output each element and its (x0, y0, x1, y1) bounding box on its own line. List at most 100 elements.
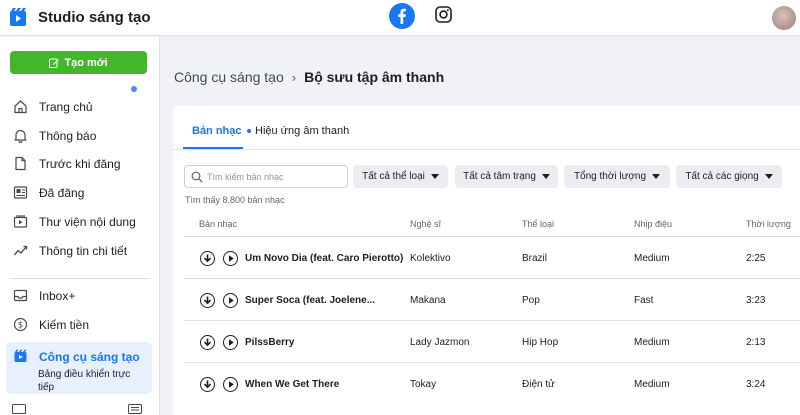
tab-sound-effects[interactable]: Hiệu ứng âm thanh (247, 125, 349, 137)
track-duration: 2:25 (746, 253, 766, 264)
sidebar-item-content-library[interactable]: Thư viện nội dung (0, 210, 160, 234)
page-title: Bộ sưu tập âm thanh (304, 69, 445, 85)
avatar[interactable] (772, 6, 796, 30)
track-artist: Lady Jazmon (410, 337, 470, 348)
track-artist: Makana (410, 295, 446, 306)
play-icon[interactable] (223, 251, 238, 266)
track-duration: 3:23 (746, 295, 766, 306)
mood-filter-dropdown[interactable]: Tất cả tâm trạng (455, 165, 558, 188)
table-row[interactable]: PilssBerry Lady Jazmon Hip Hop Medium 2:… (184, 320, 800, 362)
column-header-tempo: Nhịp điệu (634, 219, 673, 229)
download-icon[interactable] (200, 251, 215, 266)
collapse-icon[interactable] (12, 404, 26, 414)
sidebar-subitem-live-dashboard[interactable]: Bảng điều khiển trực tiếp (38, 368, 138, 394)
download-icon[interactable] (200, 377, 215, 392)
genre-filter-label: Tất cả thể loại (362, 171, 425, 182)
list-icon[interactable] (128, 404, 142, 414)
sidebar-item-home[interactable]: Trang chủ (0, 95, 160, 119)
create-new-button[interactable]: Tạo mới (10, 51, 147, 74)
vocals-filter-dropdown[interactable]: Tất cả các giọng (676, 165, 782, 188)
library-icon (13, 215, 28, 228)
posts-icon (13, 186, 28, 199)
track-title[interactable]: Um Novo Dia (feat. Caro Pierotto) (245, 253, 403, 264)
caret-down-icon (652, 174, 661, 179)
download-icon[interactable] (200, 293, 215, 308)
caret-down-icon (541, 174, 550, 179)
sidebar-item-before-posting[interactable]: Trước khi đăng (0, 152, 160, 176)
vocals-filter-label: Tất cả các giọng (685, 171, 759, 182)
breadcrumb-separator-icon: › (291, 69, 297, 85)
top-bar: Studio sáng tạo (0, 0, 800, 36)
svg-text:$: $ (18, 321, 23, 331)
caret-down-icon (764, 174, 773, 179)
sidebar-item-label: Trước khi đăng (39, 157, 121, 171)
table-row[interactable]: Um Novo Dia (feat. Caro Pierotto) Kolekt… (184, 236, 800, 278)
duration-filter-dropdown[interactable]: Tổng thời lượng (564, 165, 670, 188)
track-title[interactable]: Super Soca (feat. Joelene... (245, 295, 375, 306)
sidebar-item-label: Thư viện nội dung (39, 215, 136, 229)
instagram-icon[interactable] (435, 6, 452, 23)
track-tempo: Medium (634, 337, 670, 348)
sidebar-item-label: Thông báo (39, 129, 97, 143)
sidebar-item-monetization[interactable]: $ Kiếm tiền (0, 313, 160, 337)
sidebar-item-label: Inbox+ (39, 289, 76, 303)
facebook-icon[interactable] (389, 3, 415, 29)
creator-tools-icon (14, 349, 27, 362)
sidebar-item-label: Trang chủ (39, 100, 93, 114)
app-title: Studio sáng tạo (38, 9, 151, 26)
document-icon (15, 156, 26, 171)
dollar-icon: $ (13, 317, 28, 332)
create-new-label: Tạo mới (64, 56, 108, 69)
sidebar-item-label: Đã đăng (39, 186, 85, 200)
track-genre: Điện tử (522, 379, 555, 390)
tab-sound-effects-label: Hiệu ứng âm thanh (255, 125, 350, 137)
sidebar-divider (10, 278, 150, 279)
column-header-track: Bản nhạc (199, 219, 238, 229)
track-title[interactable]: When We Get There (245, 379, 339, 390)
sidebar-item-label: Thông tin chi tiết (39, 244, 128, 258)
track-title[interactable]: PilssBerry (245, 337, 294, 348)
track-artist: Tokay (410, 379, 437, 390)
sidebar-item-insights[interactable]: Thông tin chi tiết (0, 239, 160, 263)
track-genre: Hip Hop (522, 337, 559, 348)
track-genre: Brazil (522, 253, 548, 264)
genre-filter-dropdown[interactable]: Tất cả thể loại (353, 165, 448, 188)
search-icon (191, 171, 203, 183)
track-genre: Pop (522, 295, 540, 306)
bell-icon (14, 129, 27, 143)
sound-collection-card: Bản nhạc Hiệu ứng âm thanh Tất cả thể lo… (173, 106, 800, 415)
breadcrumb: Công cụ sáng tạo › Bộ sưu tập âm thanh (174, 69, 444, 85)
table-row[interactable]: Super Soca (feat. Joelene... Makana Pop … (184, 278, 800, 320)
result-count: Tìm thấy 8.800 bản nhạc (185, 195, 285, 205)
search-field[interactable] (184, 165, 348, 188)
sidebar: Tạo mới Trang chủ Thông báo Trước khi đă… (0, 37, 160, 415)
tabs-divider (173, 149, 800, 150)
inbox-icon (13, 289, 28, 302)
search-input[interactable] (207, 168, 345, 185)
column-header-artist: Nghệ sĩ (410, 219, 442, 229)
track-tempo: Medium (634, 253, 670, 264)
track-tempo: Medium (634, 379, 670, 390)
edit-icon (49, 58, 60, 68)
mood-filter-label: Tất cả tâm trạng (463, 171, 536, 182)
caret-down-icon (430, 174, 439, 179)
column-header-genre: Thể loại (522, 219, 555, 229)
sidebar-item-published[interactable]: Đã đăng (0, 181, 160, 205)
play-icon[interactable] (223, 293, 238, 308)
play-icon[interactable] (223, 377, 238, 392)
play-icon[interactable] (223, 335, 238, 350)
breadcrumb-parent[interactable]: Công cụ sáng tạo (174, 69, 284, 85)
home-icon (14, 100, 27, 114)
sidebar-item-label: Công cụ sáng tạo (39, 350, 140, 364)
sidebar-item-notifications[interactable]: Thông báo (0, 124, 160, 148)
tab-music[interactable]: Bản nhạc (192, 125, 242, 137)
sidebar-item-label: Kiếm tiền (39, 318, 90, 332)
sidebar-item-creator-tools-row[interactable]: Công cụ sáng tạo (0, 345, 160, 369)
sidebar-item-inbox[interactable]: Inbox+ (0, 284, 160, 308)
duration-filter-label: Tổng thời lượng (573, 171, 647, 182)
download-icon[interactable] (200, 335, 215, 350)
track-artist: Kolektivo (410, 253, 451, 264)
track-duration: 2:13 (746, 337, 766, 348)
table-row[interactable]: When We Get There Tokay Điện tử Medium 3… (184, 362, 800, 404)
insights-icon (13, 245, 28, 256)
